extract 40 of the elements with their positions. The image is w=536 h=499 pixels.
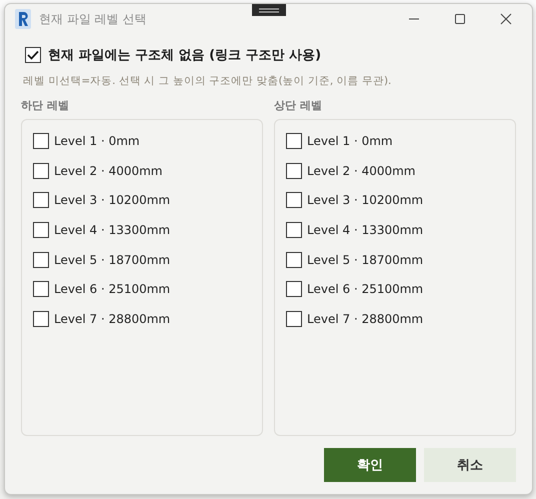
checkbox-icon[interactable] — [286, 310, 302, 327]
checkbox-icon[interactable] — [33, 162, 49, 179]
checkbox-icon[interactable] — [33, 252, 49, 268]
level-checkbox[interactable]: Level 7 · 28800mm — [33, 304, 251, 334]
level-checkbox[interactable]: Level 7 · 28800mm — [286, 304, 504, 334]
cancel-button[interactable]: 취소 — [424, 448, 516, 482]
level-checkbox[interactable]: Level 3 · 10200mm — [33, 185, 251, 216]
checkbox-icon[interactable] — [286, 252, 302, 268]
drag-handle-icon[interactable] — [252, 4, 286, 16]
checkbox-icon[interactable] — [286, 281, 302, 298]
level-checkbox[interactable]: Level 1 · 0mm — [33, 126, 251, 156]
level-checkbox[interactable]: Level 1 · 0mm — [286, 126, 504, 156]
maximize-icon[interactable] — [454, 13, 466, 25]
checkbox-icon[interactable] — [33, 192, 49, 208]
level-checkbox[interactable]: Level 5 · 18700mm — [286, 244, 504, 274]
level-checkbox[interactable]: Level 6 · 25100mm — [33, 274, 251, 304]
confirm-button[interactable]: 확인 — [324, 448, 416, 482]
level-checkbox[interactable]: Level 2 · 4000mm — [286, 156, 504, 186]
level-checkbox[interactable]: Level 4 · 13300mm — [33, 215, 251, 245]
checkbox-icon[interactable] — [286, 222, 302, 238]
checkbox-icon[interactable] — [33, 222, 49, 238]
level-checkbox[interactable]: Level 2 · 4000mm — [33, 156, 251, 186]
section-label: 상단 레벨 — [274, 98, 323, 113]
level-checkbox[interactable]: Level 5 · 18700mm — [33, 244, 251, 274]
checkbox-icon[interactable] — [286, 192, 302, 208]
level-checkbox[interactable]: Level 6 · 25100mm — [286, 274, 504, 304]
app-icon — [15, 9, 31, 29]
level-checkbox[interactable]: Level 4 · 13300mm — [286, 215, 504, 245]
checkbox-icon[interactable] — [33, 310, 49, 327]
checkbox-icon[interactable] — [286, 132, 302, 149]
checkbox-icon[interactable] — [33, 281, 49, 298]
hint-text: 레벨 미선택=자동. 선택 시 그 높이의 구조에만 맞춤(높이 기준, 이름 무관). — [23, 74, 392, 88]
checkbox-icon[interactable] — [25, 47, 41, 63]
checkbox-icon[interactable] — [33, 132, 49, 149]
structure-checkbox[interactable]: 현재 파일에는 구조체 없음 (링크 구조만 사용) — [25, 46, 516, 64]
close-icon[interactable] — [500, 13, 512, 25]
level-checkbox[interactable]: Level 3 · 10200mm — [286, 185, 504, 216]
checkbox-icon[interactable] — [286, 162, 302, 179]
section-label: 하단 레벨 — [21, 98, 70, 113]
window-title: 현재 파일 레벨 선택 — [39, 10, 148, 28]
